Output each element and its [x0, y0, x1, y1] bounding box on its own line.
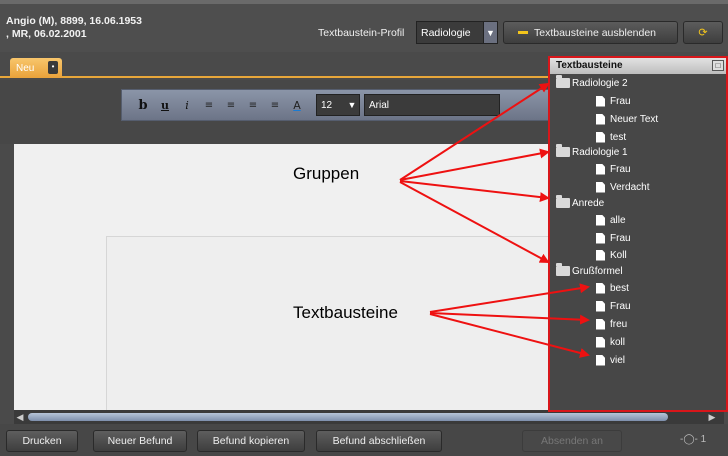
annotation-arrows	[399, 82, 590, 358]
arrow-to-grussformel	[399, 181, 550, 263]
arrow-to-best	[429, 283, 590, 313]
arrow-to-anrede	[399, 180, 550, 203]
arrow-to-viel	[429, 313, 590, 358]
arrow-to-freu	[429, 312, 590, 325]
